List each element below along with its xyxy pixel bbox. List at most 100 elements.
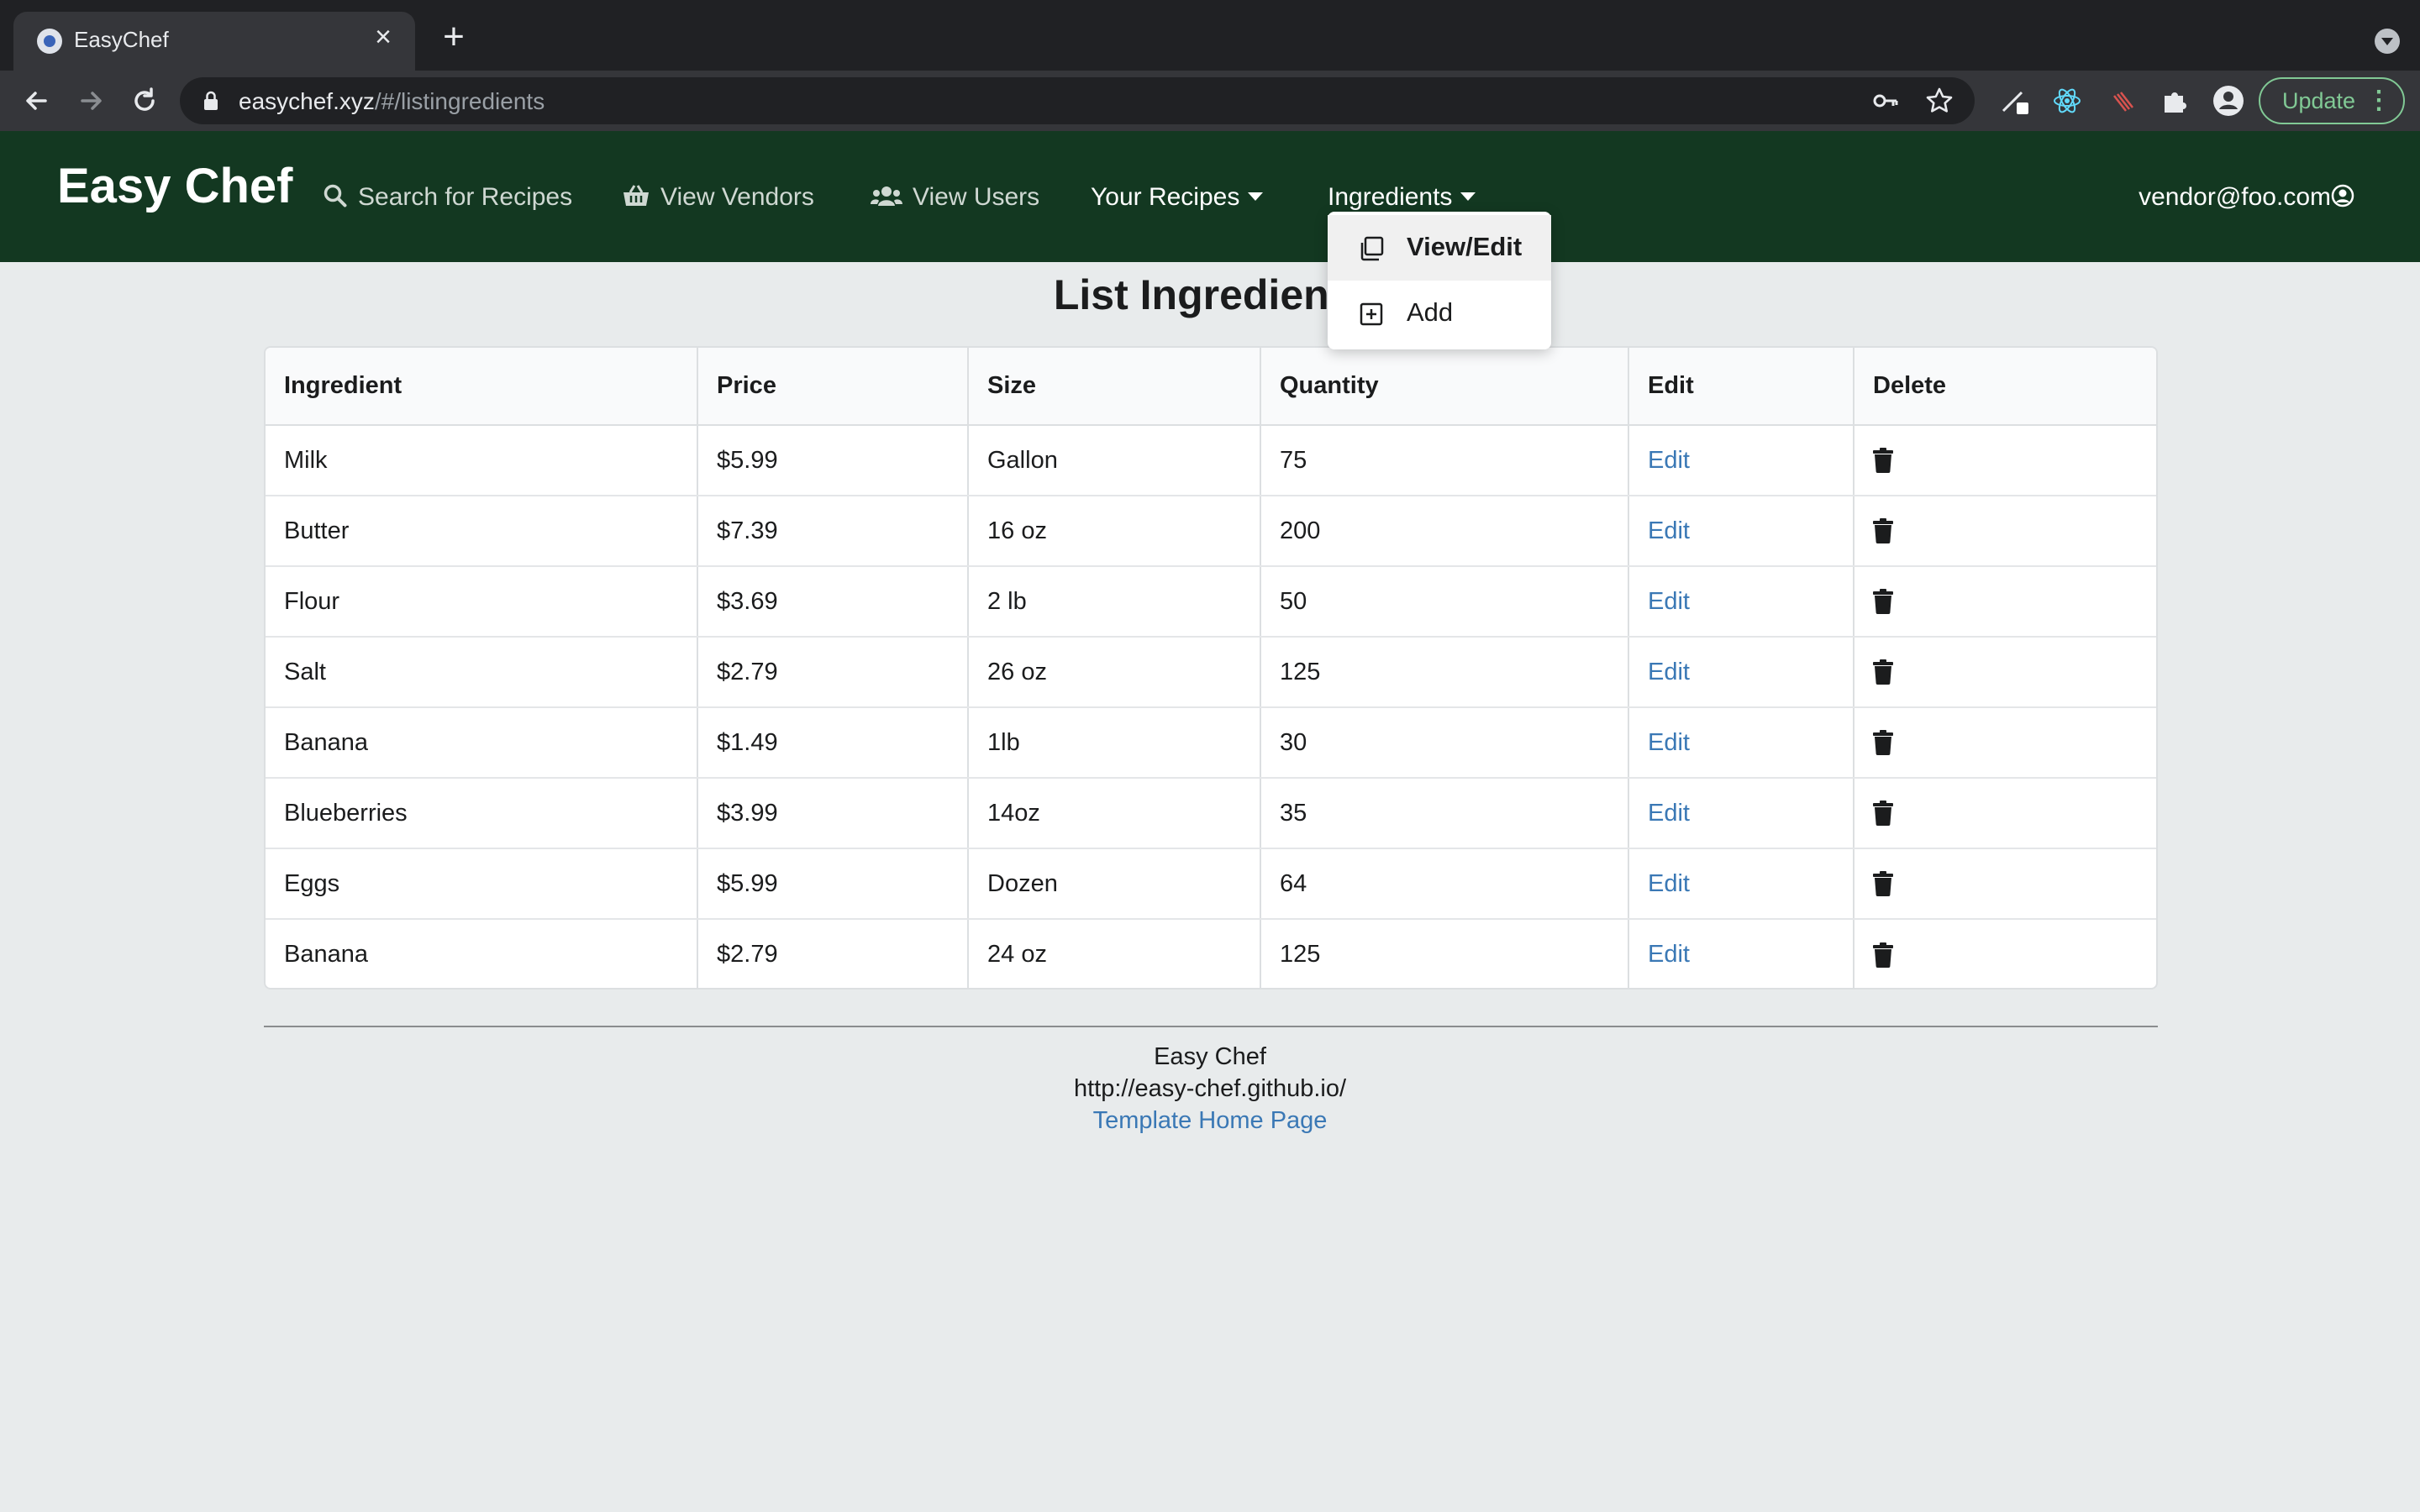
trash-icon[interactable] — [1873, 448, 1893, 473]
user-menu[interactable]: vendor@foo.com — [2139, 183, 2354, 212]
cell-price: $5.99 — [697, 848, 969, 920]
back-icon[interactable] — [17, 81, 57, 121]
users-icon — [871, 186, 902, 207]
nav-ingredients[interactable]: Ingredients — [1328, 183, 1476, 212]
user-email: vendor@foo.com — [2139, 183, 2331, 211]
cell-edit: Edit — [1628, 637, 1854, 708]
cell-size: 26 oz — [968, 637, 1261, 708]
cell-quantity: 35 — [1260, 778, 1629, 849]
cell-edit: Edit — [1628, 496, 1854, 567]
trash-icon[interactable] — [1873, 659, 1893, 685]
cell-size: Dozen — [968, 848, 1261, 920]
footer-name: Easy Chef — [1154, 1043, 1266, 1070]
cell-ingredient: Butter — [266, 496, 698, 567]
trash-icon[interactable] — [1873, 942, 1893, 968]
nav-search-recipes[interactable]: Search for Recipes — [323, 183, 572, 212]
dropdown-item-add-label: Add — [1407, 297, 1454, 327]
trash-icon[interactable] — [1873, 518, 1893, 543]
edit-link[interactable]: Edit — [1648, 941, 1690, 968]
cell-price: $3.69 — [697, 566, 969, 638]
cell-quantity: 30 — [1260, 707, 1629, 779]
edit-link[interactable]: Edit — [1648, 729, 1690, 756]
browser-tab[interactable]: EasyChef × — [13, 12, 415, 71]
edit-link[interactable]: Edit — [1648, 588, 1690, 615]
lock-icon[interactable] — [203, 91, 218, 111]
tab-title: EasyChef — [74, 27, 169, 52]
header-quantity: Quantity — [1260, 348, 1629, 426]
table-row: Flour $3.69 2 lb 50 Edit — [266, 566, 2156, 638]
cell-quantity: 125 — [1260, 637, 1629, 708]
edit-link[interactable]: Edit — [1648, 870, 1690, 897]
bookmark-star-icon[interactable] — [1924, 86, 1954, 116]
search-icon — [324, 184, 347, 207]
nav-search-recipes-label: Search for Recipes — [358, 183, 573, 211]
trash-icon[interactable] — [1873, 589, 1893, 614]
footer-url: http://easy-chef.github.io/ — [1073, 1075, 1347, 1102]
page-title: List Ingredients — [1053, 271, 1367, 318]
close-icon[interactable]: × — [366, 20, 400, 54]
trash-icon[interactable] — [1873, 801, 1893, 826]
edit-link[interactable]: Edit — [1648, 800, 1690, 827]
cell-delete — [1854, 637, 2156, 708]
cell-delete — [1854, 919, 2156, 988]
cell-size: Gallon — [968, 425, 1261, 496]
cell-ingredient: Banana — [266, 707, 698, 779]
nav-view-vendors-label: View Vendors — [660, 183, 814, 211]
plus-square-icon — [1360, 302, 1383, 326]
forward-icon[interactable] — [71, 81, 111, 121]
nav-view-users-label: View Users — [913, 183, 1040, 211]
template-home-link[interactable]: Template Home Page — [1093, 1107, 1328, 1134]
edit-link[interactable]: Edit — [1648, 447, 1690, 474]
nav-view-vendors[interactable]: View Vendors — [622, 183, 814, 212]
extensions-puzzle-icon[interactable] — [2158, 84, 2191, 118]
brand-logo[interactable]: Easy Chef — [57, 158, 292, 214]
dropdown-item-view-edit[interactable]: View/Edit — [1328, 215, 1551, 281]
update-label: Update — [2282, 88, 2356, 113]
user-circle-icon — [2331, 184, 2354, 207]
caret-down-icon — [1248, 192, 1264, 202]
header-ingredient: Ingredient — [266, 348, 698, 426]
cell-quantity: 125 — [1260, 919, 1629, 988]
key-icon[interactable] — [1870, 86, 1901, 116]
cell-ingredient: Milk — [266, 425, 698, 496]
cell-ingredient: Flour — [266, 566, 698, 638]
header-price: Price — [697, 348, 969, 426]
cell-price: $2.79 — [697, 637, 969, 708]
header-delete: Delete — [1854, 348, 2156, 426]
cell-quantity: 64 — [1260, 848, 1629, 920]
footer-link-wrap: Template Home Page — [0, 1107, 2420, 1135]
trash-icon[interactable] — [1873, 730, 1893, 755]
url-host: easychef.xyz — [239, 88, 375, 114]
header-size: Size — [968, 348, 1261, 426]
cell-price: $7.39 — [697, 496, 969, 567]
dropdown-item-add[interactable]: Add — [1328, 281, 1551, 346]
ingredients-table: Ingredient Price Size Quantity Edit Dele… — [264, 346, 2158, 990]
table-header-row: Ingredient Price Size Quantity Edit Dele… — [266, 348, 2156, 426]
copy-icon — [1360, 236, 1384, 261]
react-extension-icon[interactable] — [2050, 84, 2084, 118]
more-menu-icon[interactable]: ⋮ — [2366, 79, 2391, 123]
footer-divider — [264, 1026, 2158, 1027]
cell-ingredient: Eggs — [266, 848, 698, 920]
cell-edit: Edit — [1628, 778, 1854, 849]
trash-icon[interactable] — [1873, 871, 1893, 896]
header-edit: Edit — [1628, 348, 1854, 426]
cell-edit: Edit — [1628, 707, 1854, 779]
nav-view-users[interactable]: View Users — [871, 183, 1039, 212]
cell-edit: Edit — [1628, 425, 1854, 496]
update-button[interactable]: Update ⋮ — [2259, 77, 2405, 124]
profile-icon[interactable] — [2212, 84, 2245, 118]
stripes-extension-icon[interactable] — [2106, 84, 2139, 118]
tab-search-icon[interactable] — [2375, 29, 2400, 54]
nav-your-recipes[interactable]: Your Recipes — [1091, 183, 1264, 212]
url-text[interactable]: easychef.xyz/#/listingredients — [239, 88, 544, 115]
edit-link[interactable]: Edit — [1648, 517, 1690, 544]
new-tab-icon[interactable]: + — [435, 18, 472, 57]
edit-link[interactable]: Edit — [1648, 659, 1690, 685]
address-bar[interactable]: easychef.xyz/#/listingredients — [180, 77, 1975, 124]
cell-size: 14oz — [968, 778, 1261, 849]
pen-extension-icon[interactable] — [1998, 84, 2032, 118]
cell-edit: Edit — [1628, 919, 1854, 988]
reload-icon[interactable] — [124, 81, 165, 121]
cell-ingredient: Blueberries — [266, 778, 698, 849]
